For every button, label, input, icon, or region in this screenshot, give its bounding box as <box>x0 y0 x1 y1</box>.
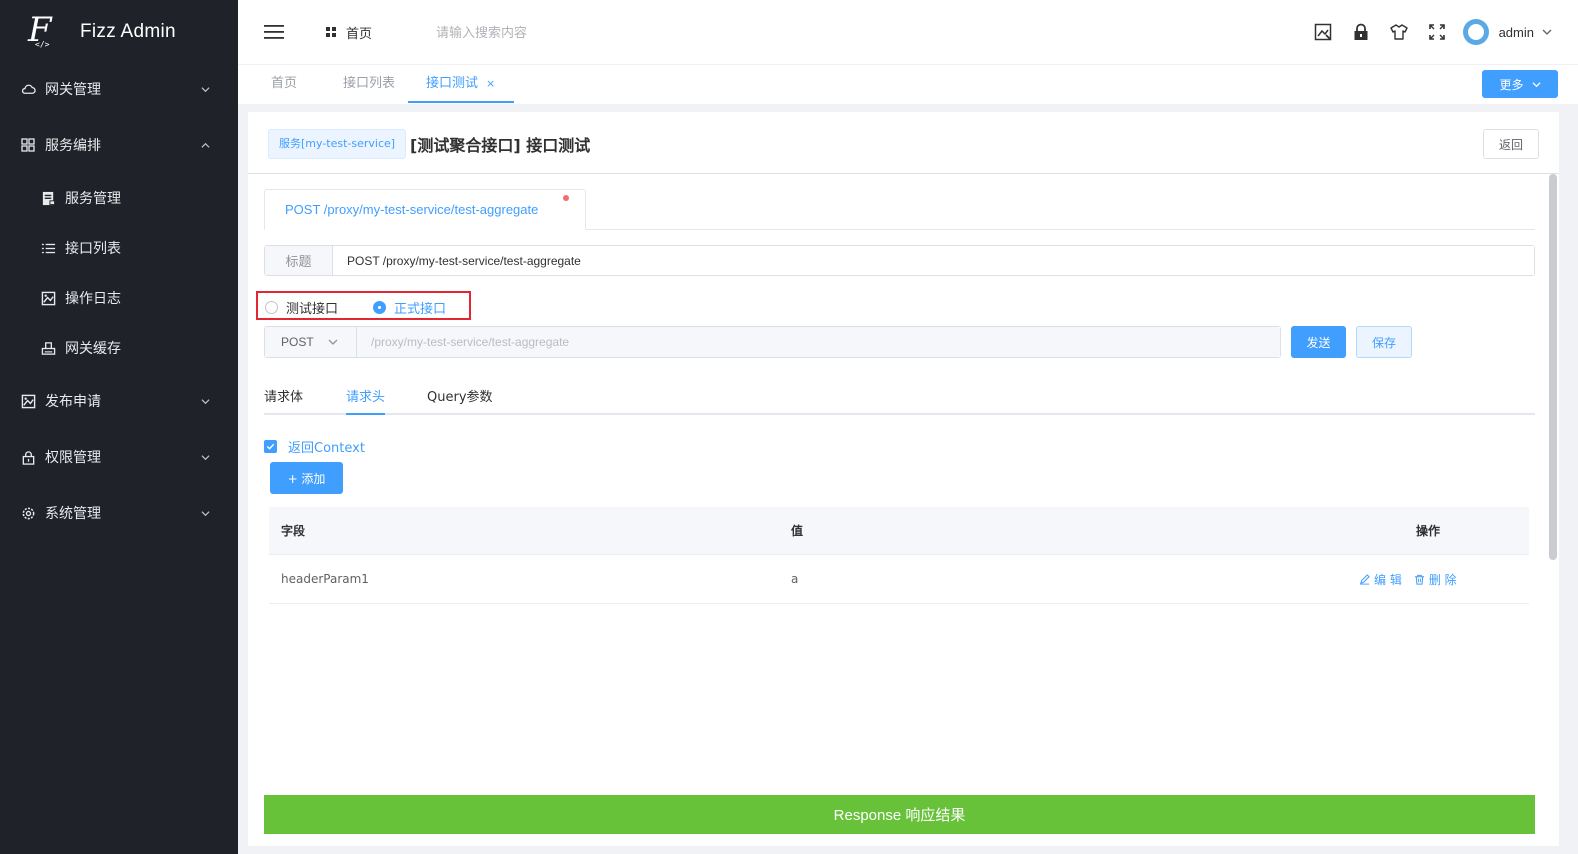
chevron-down-icon[interactable] <box>1542 27 1552 37</box>
chevron-up-icon <box>201 142 210 148</box>
edit-icon <box>1359 573 1370 585</box>
chevron-down-icon <box>201 86 210 92</box>
sidebar-item-permission[interactable]: 权限管理 <box>0 429 238 485</box>
grid-icon <box>20 137 36 153</box>
scrollbar[interactable] <box>1549 174 1557 560</box>
api-tab-row: POST /proxy/my-test-service/test-aggrega… <box>264 189 1535 230</box>
tabs-bar: 首页 接口列表 接口测试 × 更多 <box>238 64 1578 104</box>
gear-icon <box>20 505 36 521</box>
response-bar[interactable]: Response 响应结果 <box>264 795 1535 834</box>
add-button[interactable]: + 添加 <box>270 462 343 494</box>
edit-button[interactable]: 编 辑 <box>1359 571 1402 588</box>
more-button[interactable]: 更多 <box>1482 70 1558 98</box>
lock-icon <box>20 449 36 465</box>
cloud-icon <box>20 81 36 97</box>
back-button[interactable]: 返回 <box>1483 129 1539 159</box>
tab-request-headers[interactable]: 请求头 <box>346 386 386 415</box>
printer-icon <box>40 340 56 356</box>
sidebar-item-release[interactable]: 发布申请 <box>0 373 238 429</box>
top-header: 首页 admin <box>238 0 1578 64</box>
sidebar-item-system[interactable]: 系统管理 <box>0 485 238 541</box>
title-input[interactable] <box>333 246 1534 275</box>
sidebar-item-gateway-cache[interactable]: 网关缓存 <box>0 323 238 373</box>
request-row: POST <box>264 326 1281 358</box>
unsaved-dot <box>563 195 569 201</box>
send-button[interactable]: 发送 <box>1291 326 1346 358</box>
url-input[interactable] <box>357 327 1280 357</box>
service-tag: 服务[my-test-service] <box>268 129 407 159</box>
request-sub-tabs: 请求体 请求头 Query参数 <box>264 380 1535 415</box>
chevron-down-icon <box>201 510 210 516</box>
sidebar-item-operation-log[interactable]: 操作日志 <box>0 273 238 323</box>
checkbox[interactable] <box>264 440 277 453</box>
return-context-checkbox[interactable]: 返回Context <box>264 437 365 456</box>
sidebar-item-gateway[interactable]: 网关管理 <box>0 61 238 117</box>
tab-query-params[interactable]: Query参数 <box>427 386 493 415</box>
user-name[interactable]: admin <box>1499 25 1534 40</box>
logo-icon: F </> <box>28 10 52 50</box>
sidebar-item-service-management[interactable]: 服务管理 <box>0 173 238 223</box>
document-icon <box>40 190 56 206</box>
api-tab[interactable]: POST /proxy/my-test-service/test-aggrega… <box>264 189 586 230</box>
sidebar: F </> Fizz Admin 网关管理 服务编排 服务管理 接口列表 操作日… <box>0 0 238 854</box>
headers-table: 字段 值 操作 headerParam1 a 编 辑 删 除 <box>269 507 1529 604</box>
chevron-down-icon <box>328 339 338 345</box>
hamburger-icon[interactable] <box>264 24 284 40</box>
trash-icon <box>1414 574 1424 585</box>
radio-circle <box>265 301 278 314</box>
sidebar-item-orchestration[interactable]: 服务编排 <box>0 117 238 173</box>
tab-api-test[interactable]: 接口测试 × <box>408 65 515 103</box>
save-button[interactable]: 保存 <box>1356 326 1412 358</box>
logo[interactable]: F </> Fizz Admin <box>0 0 238 64</box>
title-field: 标题 <box>264 245 1535 276</box>
check-icon <box>266 443 275 450</box>
tab-request-body[interactable]: 请求体 <box>264 386 303 415</box>
table-header: 字段 值 操作 <box>269 507 1529 555</box>
method-select[interactable]: POST <box>265 327 357 357</box>
image-icon <box>20 393 36 409</box>
title-label: 标题 <box>265 246 333 275</box>
page-title: [测试聚合接口] 接口测试 <box>410 136 591 155</box>
list-icon <box>40 240 56 256</box>
delete-button[interactable]: 删 除 <box>1414 571 1457 588</box>
chevron-down-icon <box>201 454 210 460</box>
tab-api-list[interactable]: 接口列表 <box>343 65 395 103</box>
table-row: headerParam1 a 编 辑 删 除 <box>269 555 1529 604</box>
breadcrumb-home[interactable]: 首页 <box>326 23 372 42</box>
chevron-down-icon <box>201 398 210 404</box>
close-icon[interactable]: × <box>486 77 495 90</box>
grid-icon <box>326 27 336 37</box>
screenshot-icon[interactable] <box>1313 22 1333 42</box>
search-input[interactable] <box>436 24 737 40</box>
image-icon <box>40 290 56 306</box>
panel-header: 服务[my-test-service] [测试聚合接口] 接口测试 返回 <box>248 112 1559 174</box>
avatar[interactable] <box>1462 19 1489 45</box>
radio-prod-api[interactable]: 正式接口 <box>373 298 446 317</box>
radio-circle <box>373 301 386 314</box>
tab-home[interactable]: 首页 <box>271 65 297 103</box>
shirt-icon[interactable] <box>1389 22 1409 42</box>
radio-test-api[interactable]: 测试接口 <box>265 298 338 317</box>
app-title: Fizz Admin <box>80 21 176 42</box>
main-panel: 服务[my-test-service] [测试聚合接口] 接口测试 返回 POS… <box>248 112 1559 846</box>
sidebar-item-api-list[interactable]: 接口列表 <box>0 223 238 273</box>
lock-icon[interactable] <box>1351 22 1371 42</box>
fullscreen-icon[interactable] <box>1427 22 1447 42</box>
chevron-down-icon <box>1531 81 1541 87</box>
